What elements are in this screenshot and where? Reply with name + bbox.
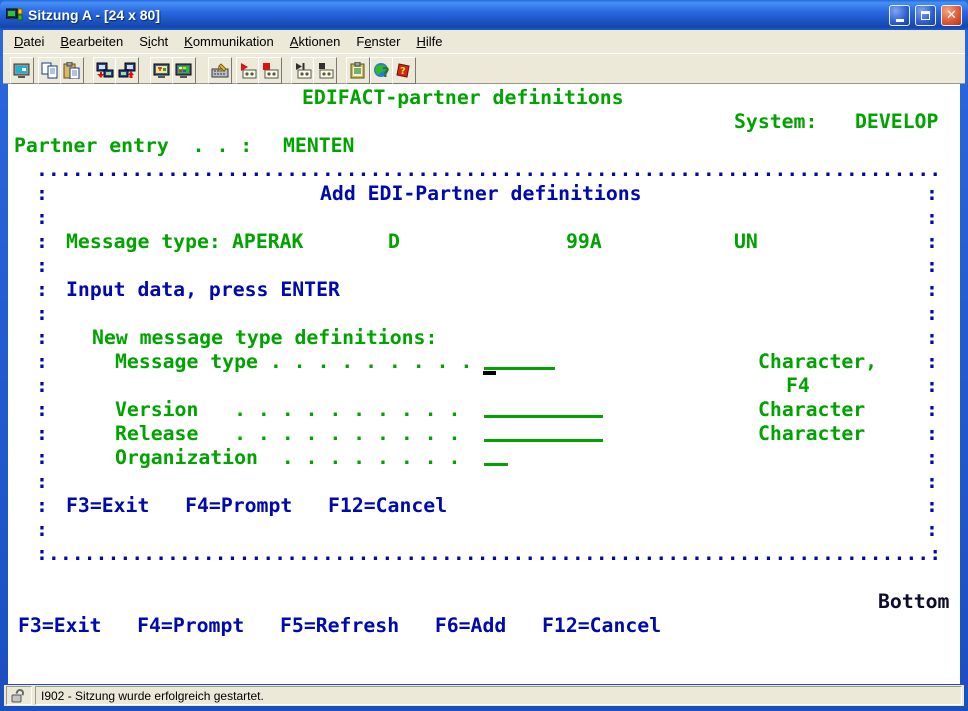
popup-left-border: : : : : : : : : : : : : : : : [36, 182, 48, 542]
toolbar-button-keyboard-setup[interactable] [208, 57, 232, 84]
toolbar-button-play-macro[interactable] [291, 57, 315, 84]
menu-datei[interactable]: Datei [6, 31, 52, 52]
hint-f4: F4 [786, 374, 810, 398]
screen-function-keys: F3=Exit F4=Prompt F5=Refresh F6=Add F12=… [18, 614, 661, 638]
statusbar: I902 - Sitzung wurde erfolgreich gestart… [4, 685, 964, 706]
menu-fenster[interactable]: Fenster [348, 31, 408, 52]
menu-sicht[interactable]: Sicht [131, 31, 176, 52]
minimize-button[interactable] [889, 5, 910, 26]
help-icon: ? [396, 62, 412, 79]
toolbar-button-receive-file[interactable] [115, 57, 139, 84]
toolbar: ? ? [3, 53, 965, 84]
copy-icon [41, 62, 59, 79]
status-message: I902 - Sitzung wurde erfolgreich gestart… [35, 686, 962, 705]
new-definitions-heading: New message type definitions: [92, 326, 437, 350]
minimize-icon [896, 19, 904, 22]
menubar: Datei Bearbeiten Sicht Kommunikation Akt… [3, 30, 965, 53]
window-title: Sitzung A - [24 x 80] [28, 7, 884, 23]
toolbar-button-stop-play[interactable] [313, 57, 337, 84]
toolbar-button-clipboard[interactable] [346, 57, 370, 84]
message-release-value: 99A [566, 230, 602, 254]
system-value: DEVELOP [855, 110, 938, 134]
popup-bottom-border: :.......................................… [36, 542, 941, 566]
toolbar-button-web-help[interactable]: ? [370, 57, 394, 84]
toolbar-button-send-file[interactable] [93, 57, 117, 84]
app-window: Sitzung A - [24 x 80] ✕ Datei Bearbeiten… [0, 0, 968, 711]
titlebar[interactable]: Sitzung A - [24 x 80] ✕ [0, 0, 968, 30]
toolbar-button-record-macro[interactable] [236, 57, 260, 84]
toolbar-button-paste[interactable] [60, 57, 84, 84]
hint-character1: Character, [758, 350, 877, 374]
field-label-version: Version . . . . . . . . . . [115, 398, 460, 422]
partner-entry-label: Partner entry . . : [14, 134, 252, 158]
field-label-message-type: Message type . . . . . . . . . [115, 350, 472, 374]
menu-hilfe[interactable]: Hilfe [408, 31, 450, 52]
security-status-cell [6, 686, 32, 705]
menu-bearbeiten[interactable]: Bearbeiten [52, 31, 131, 52]
popup-top-border: ........................................… [36, 158, 941, 182]
message-type-value: APERAK [232, 230, 303, 254]
receive-file-icon [118, 62, 136, 79]
organization-input[interactable] [484, 463, 508, 466]
message-org-value: UN [734, 230, 758, 254]
popup-function-keys: F3=Exit F4=Prompt F12=Cancel [66, 494, 447, 518]
maximize-button[interactable] [915, 5, 936, 26]
toolbar-button-session[interactable] [10, 57, 34, 84]
stop-record-icon [261, 62, 279, 79]
stop-play-icon [316, 62, 334, 79]
hint-character3: Character [758, 422, 865, 446]
toolbar-button-copy[interactable] [38, 57, 62, 84]
input-prompt: Input data, press ENTER [66, 278, 340, 302]
partner-entry-value: MENTEN [283, 134, 354, 158]
close-button[interactable]: ✕ [941, 5, 962, 26]
play-macro-icon [294, 62, 312, 79]
message-type-input[interactable] [484, 367, 555, 370]
svg-text:?: ? [382, 66, 390, 79]
record-macro-icon [239, 62, 257, 79]
color-map-icon [175, 63, 193, 79]
unlocked-padlock-icon [11, 688, 27, 703]
keyboard-setup-icon [211, 63, 229, 79]
close-icon: ✕ [946, 9, 957, 22]
paste-icon [63, 62, 81, 79]
app-icon [6, 7, 23, 23]
popup-right-border: : : : : : : : : : : : : : : : [926, 182, 938, 542]
toolbar-button-display-setup[interactable] [150, 57, 174, 84]
field-label-organization: Organization . . . . . . . . [115, 446, 460, 470]
version-input[interactable] [484, 415, 603, 418]
toolbar-button-color-map[interactable] [172, 57, 196, 84]
clipboard-icon [350, 62, 366, 79]
maximize-icon [921, 11, 930, 20]
popup-title: Add EDI-Partner definitions [320, 182, 642, 206]
session-screen-icon [13, 63, 31, 79]
message-version-value: D [388, 230, 400, 254]
terminal-screen[interactable]: EDIFACT-partner definitions System: DEVE… [8, 84, 960, 684]
toolbar-button-stop-record[interactable] [258, 57, 282, 84]
display-setup-icon [153, 63, 171, 79]
send-file-icon [96, 62, 114, 79]
system-label: System: [734, 110, 817, 134]
hint-character2: Character [758, 398, 865, 422]
menu-aktionen[interactable]: Aktionen [282, 31, 349, 52]
menu-kommunikation[interactable]: Kommunikation [176, 31, 282, 52]
svg-text:?: ? [400, 66, 406, 77]
bottom-indicator: Bottom [878, 590, 949, 614]
field-label-release: Release . . . . . . . . . . [115, 422, 460, 446]
web-help-icon: ? [373, 62, 391, 79]
release-input[interactable] [484, 439, 603, 442]
toolbar-button-help[interactable]: ? [392, 57, 416, 84]
message-type-label: Message type: [66, 230, 221, 254]
text-cursor [483, 371, 496, 375]
screen-title: EDIFACT-partner definitions [302, 86, 624, 110]
